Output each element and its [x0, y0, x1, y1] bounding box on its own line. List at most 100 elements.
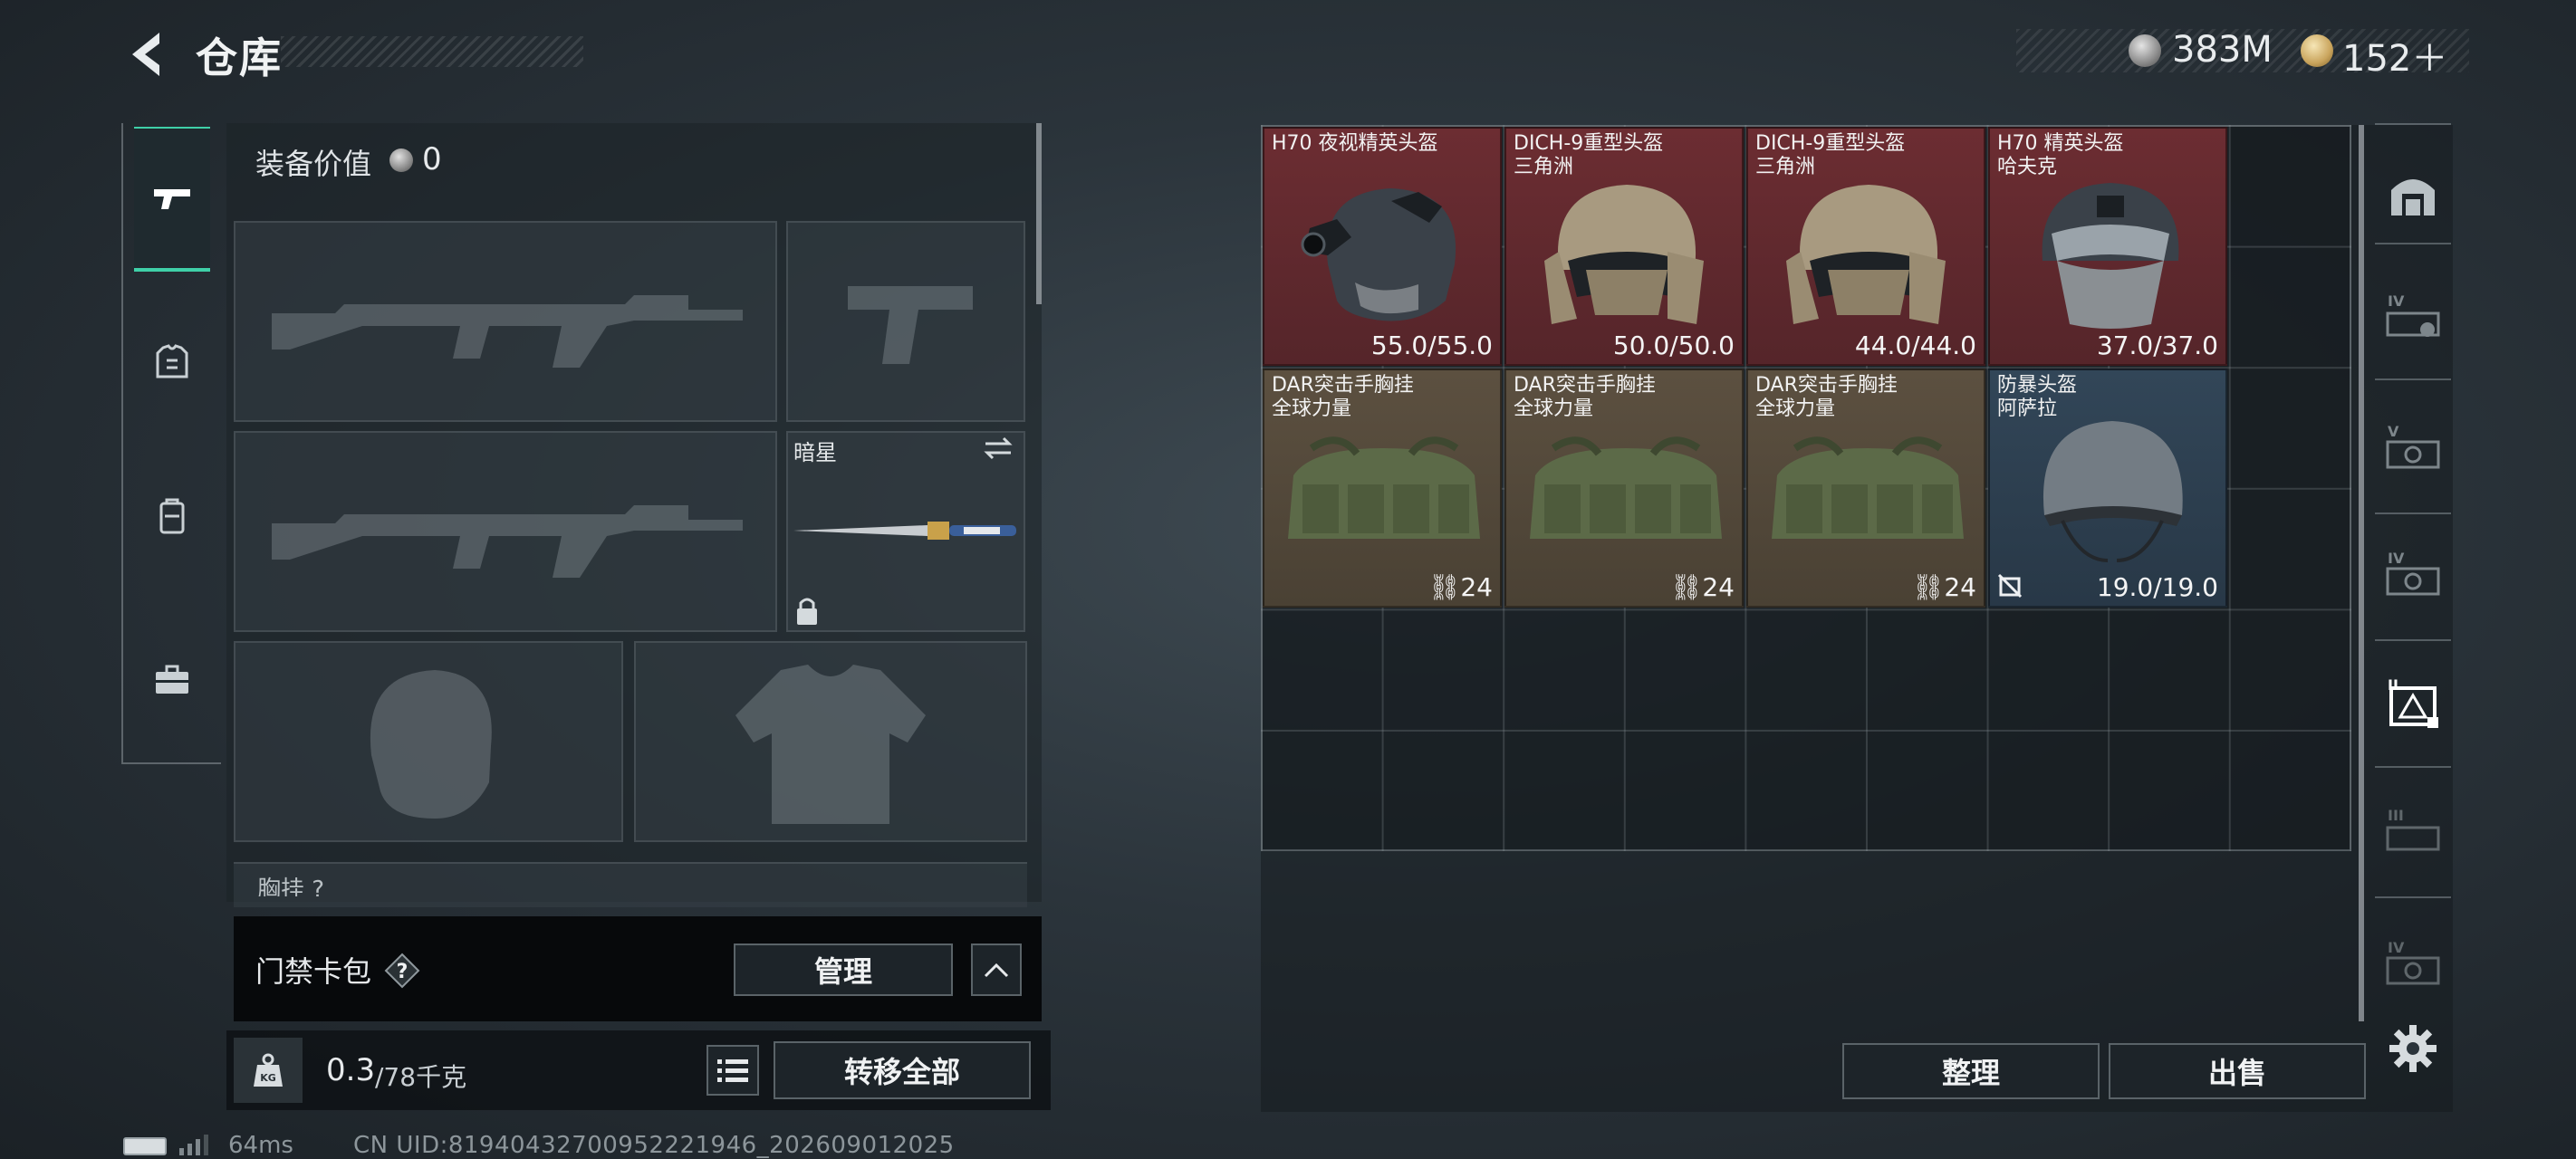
- category-case[interactable]: [134, 607, 210, 752]
- rifle-silhouette-icon: [272, 505, 743, 578]
- chest-rig-image: [1288, 436, 1480, 539]
- chest-rig-image: [1772, 436, 1964, 539]
- list-icon: [717, 1059, 748, 1082]
- melee-name: 暗星: [793, 440, 837, 465]
- item-origin: 全球力量: [1514, 398, 1594, 420]
- chest-rig-label: 胸挂 ?: [257, 876, 325, 896]
- container-tier-iii-icon: III: [2386, 807, 2440, 851]
- silver-coin-icon: [389, 148, 413, 172]
- user-id: CN UID:8194043270095222​1946_20260901202…: [353, 1132, 955, 1159]
- stash-item[interactable]: DAR突击手胸挂 全球力量 ⛓24: [1263, 369, 1502, 608]
- container-tier-v-icon: V: [2386, 423, 2440, 469]
- rail-separator: [2375, 378, 2451, 380]
- primary-weapon-slot[interactable]: [234, 221, 777, 422]
- help-icon[interactable]: ?: [384, 953, 420, 989]
- item-capacity: ⛓24: [1911, 572, 1976, 602]
- stash-item[interactable]: DAR突击手胸挂 全球力量 ⛓24: [1746, 369, 1985, 608]
- item-name: 防暴头盔: [1997, 374, 2078, 397]
- transfer-all-button[interactable]: 转移全部: [774, 1041, 1031, 1099]
- item-durability: 50.0/50.0: [1612, 330, 1735, 360]
- item-name: H70 精英头盔: [1997, 132, 2124, 155]
- swap-icon[interactable]: [982, 435, 1014, 462]
- svg-text:IV: IV: [2388, 550, 2405, 567]
- category-armor[interactable]: [134, 290, 210, 435]
- stash-page-tier-iv[interactable]: IV: [2375, 273, 2451, 360]
- chevron-up-icon: [984, 963, 1009, 978]
- rail-separator: [2375, 639, 2451, 641]
- stash-item[interactable]: H70 精英头盔 哈夫克 37.0/37.0: [1988, 127, 2227, 366]
- page-title: 仓库: [196, 34, 283, 82]
- back-button[interactable]: [123, 27, 168, 81]
- item-name: DICH-9重型头盔: [1755, 132, 1906, 155]
- gold-coin-icon[interactable]: [2301, 34, 2333, 67]
- item-origin: 三角洲: [1514, 156, 1574, 178]
- stash-page-tier-iii[interactable]: III: [2375, 788, 2451, 875]
- container-tier-iv-icon: IV: [2386, 292, 2440, 337]
- sort-button[interactable]: 整理: [1842, 1043, 2100, 1099]
- rifle-silhouette-icon: [272, 295, 743, 368]
- secondary-weapon-slot[interactable]: [234, 431, 777, 632]
- capacity-icon: ⛓: [1669, 572, 1703, 602]
- stash-item[interactable]: H70 夜视精英头盔 55.0/55.0: [1263, 127, 1502, 366]
- riot-helmet-image: [2043, 421, 2183, 562]
- category-weapons[interactable]: [134, 127, 210, 272]
- stash-item[interactable]: DAR突击手胸挂 全球力量 ⛓24: [1504, 369, 1744, 608]
- item-name: DAR突击手胸挂: [1272, 374, 1414, 397]
- manage-button[interactable]: 管理: [734, 943, 953, 996]
- item-origin: 全球力量: [1272, 398, 1352, 420]
- svg-text:V: V: [2388, 423, 2399, 440]
- stash-page-main[interactable]: [2375, 150, 2451, 237]
- heavy-helmet-image: [1544, 185, 1704, 324]
- svg-text:III: III: [2388, 807, 2404, 824]
- item-origin: 三角洲: [1755, 156, 1816, 178]
- item-origin: 阿萨拉: [1997, 398, 2058, 420]
- briefcase-icon: [156, 665, 188, 694]
- night-vision-helmet-image: [1301, 188, 1456, 321]
- stash-scrollbar[interactable]: [2359, 125, 2364, 1021]
- item-durability: 44.0/44.0: [1854, 330, 1976, 360]
- stash-item[interactable]: 防暴头盔 阿萨拉 19.0/19.0: [1988, 369, 2227, 608]
- stash-page-tier-ii-active[interactable]: II: [2375, 659, 2451, 746]
- collapse-button[interactable]: [971, 943, 1022, 996]
- item-name: DAR突击手胸挂: [1755, 374, 1898, 397]
- weight-current: 0.3: [326, 1052, 376, 1088]
- chest-rig-slot[interactable]: [234, 862, 1027, 907]
- body-armor-slot[interactable]: [634, 641, 1027, 842]
- svg-text:IV: IV: [2388, 292, 2405, 310]
- gold-currency-value[interactable]: 152＋: [2342, 29, 2447, 81]
- chest-rig-image: [1530, 436, 1722, 539]
- svg-text:KG: KG: [260, 1072, 276, 1084]
- knife-image: [793, 522, 1016, 540]
- sell-button[interactable]: 出售: [2109, 1043, 2366, 1099]
- item-name: DAR突击手胸挂: [1514, 374, 1656, 397]
- backpack-icon: [159, 498, 185, 534]
- item-capacity: ⛓24: [1427, 572, 1493, 602]
- elite-helmet-image: [2042, 183, 2179, 329]
- keycard-label: 门禁卡包: [255, 954, 372, 989]
- battery-icon: [123, 1137, 167, 1155]
- item-origin: 全球力量: [1755, 398, 1836, 420]
- capacity-icon: ⛓: [1427, 572, 1461, 602]
- gear-icon[interactable]: [2388, 1023, 2438, 1074]
- no-repair-icon: [1997, 573, 2023, 599]
- rail-separator: [2375, 512, 2451, 514]
- loadout-scrollbar[interactable]: [1036, 123, 1042, 304]
- pistol-silhouette-icon: [848, 286, 973, 364]
- stash-page-tier-v[interactable]: V: [2375, 404, 2451, 491]
- helmet-silhouette-icon: [370, 670, 492, 819]
- stash-page-tier-iv-c[interactable]: IV: [2375, 920, 2451, 1007]
- pistol-icon: [154, 189, 190, 209]
- list-view-button[interactable]: [706, 1045, 759, 1096]
- helmet-slot[interactable]: [234, 641, 623, 842]
- stash-item[interactable]: DICH-9重型头盔 三角洲 44.0/44.0: [1746, 127, 1985, 366]
- stash-item[interactable]: DICH-9重型头盔 三角洲 50.0/50.0: [1504, 127, 1744, 366]
- title-decoration: [281, 36, 583, 67]
- svg-text:IV: IV: [2388, 939, 2405, 956]
- container-tier-iv-icon: IV: [2386, 550, 2440, 596]
- stash-page-tier-iv-b[interactable]: IV: [2375, 531, 2451, 618]
- silver-coin-icon: [2129, 34, 2161, 67]
- weight-icon-box: KG: [234, 1038, 303, 1103]
- sidearm-slot[interactable]: [786, 221, 1025, 422]
- category-backpack[interactable]: [134, 444, 210, 589]
- ping-readout: 64ms: [228, 1132, 293, 1159]
